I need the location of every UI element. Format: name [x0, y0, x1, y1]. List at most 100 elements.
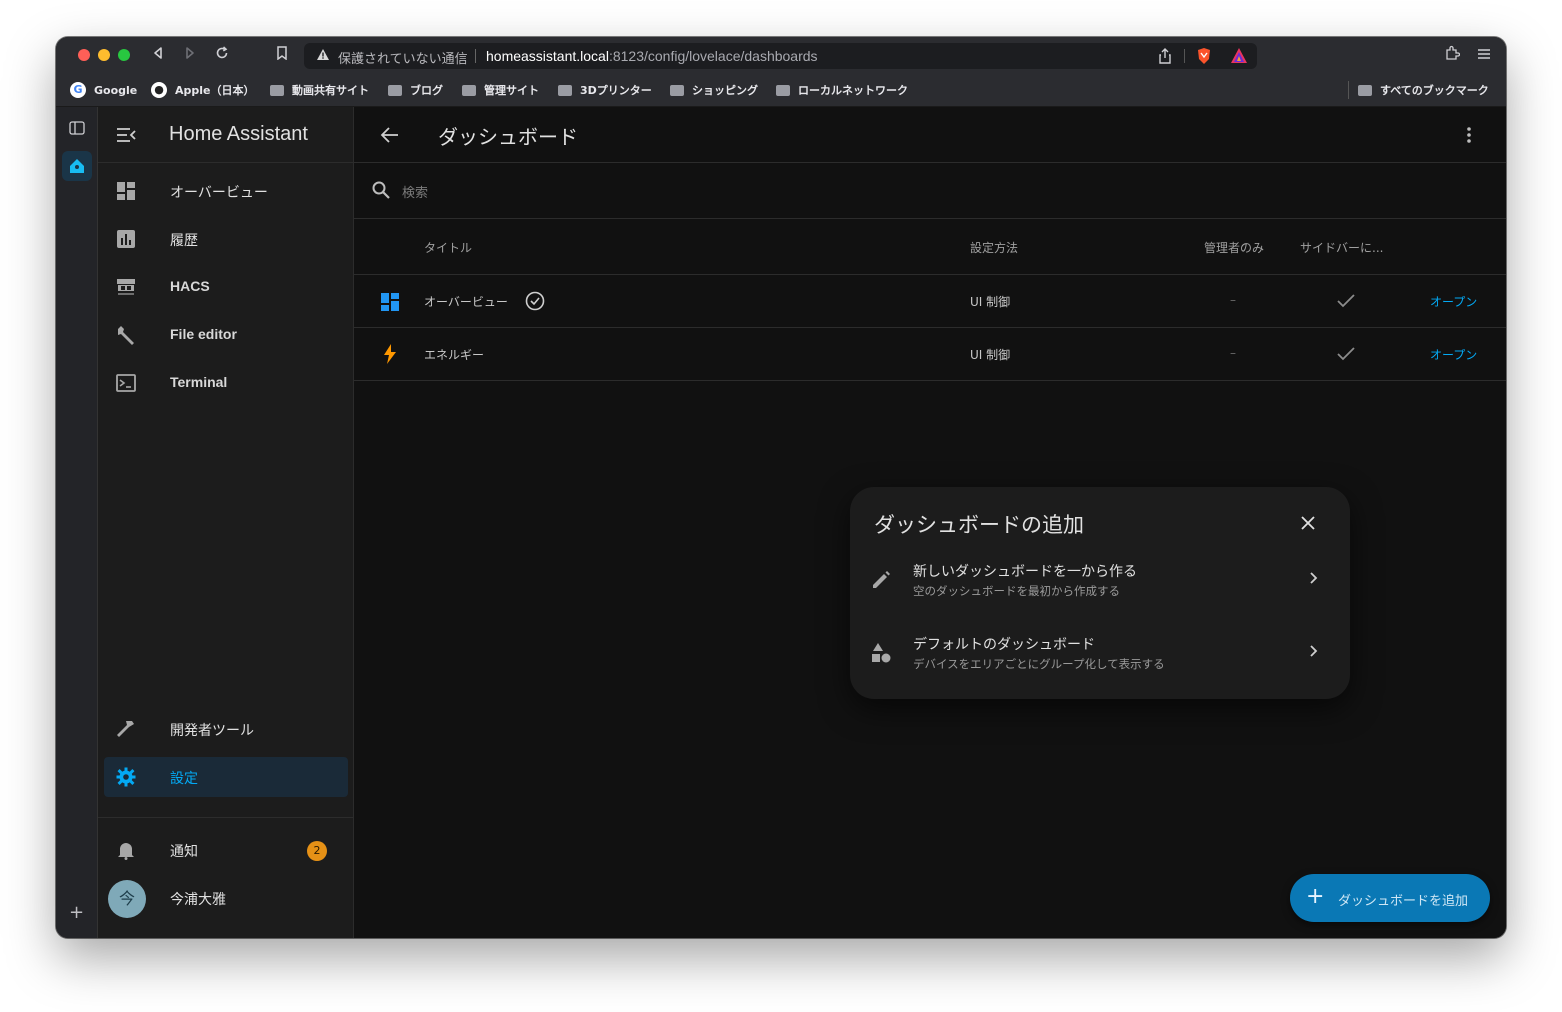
reload-icon[interactable]	[212, 45, 232, 65]
bookmark-label: 管理サイト	[484, 84, 539, 97]
top-app-bar: ダッシュボード	[354, 107, 1506, 163]
page-title: ダッシュボード	[438, 125, 578, 149]
lightning-bolt-icon	[382, 344, 398, 368]
row-title: オーバービュー	[424, 295, 508, 309]
option-new-dashboard[interactable]: 新しいダッシュボードを一から作る 空のダッシュボードを最初から作成する	[850, 551, 1350, 615]
zoom-window-button[interactable]	[118, 49, 130, 61]
add-panel-icon[interactable]: +	[69, 904, 84, 922]
column-config[interactable]: 設定方法	[970, 239, 1018, 256]
main-content: ダッシュボード 検索 タイトル 設定方法 管理者のみ サイドバーに... オーバ…	[354, 107, 1506, 938]
bookmark-folder-shopping[interactable]: ショッピング	[670, 81, 758, 99]
sidebar-item-overview[interactable]: オーバービュー	[104, 171, 348, 211]
open-link[interactable]: オープン	[1430, 346, 1477, 363]
shapes-icon	[870, 642, 894, 666]
sidebar-item-hacs[interactable]: HACS	[104, 267, 348, 307]
bookmark-label: ブログ	[410, 84, 443, 97]
share-icon[interactable]	[1158, 48, 1172, 68]
bookmark-folder-video[interactable]: 動画共有サイト	[270, 81, 369, 99]
dialog-title: ダッシュボードの追加	[874, 513, 1084, 537]
sidebar-item-label: 設定	[170, 771, 198, 787]
option-title: デフォルトのダッシュボード	[913, 637, 1095, 653]
sidebar-item-history[interactable]: 履歴	[104, 219, 348, 259]
avatar[interactable]: 今	[108, 880, 146, 918]
bookmarks-bar: G Google ● Apple（日本） 動画共有サイト ブログ 管理サイト 3Dプ…	[56, 73, 1506, 107]
table-row[interactable]: エネルギー UI 制御 – オープン	[354, 328, 1506, 381]
bookmark-apple[interactable]: ● Apple（日本）	[151, 81, 255, 99]
search-input[interactable]: 検索	[402, 182, 428, 201]
all-bookmarks[interactable]: すべてのブックマーク	[1358, 81, 1489, 99]
menu-collapse-icon[interactable]	[116, 127, 136, 147]
bookmark-icon[interactable]	[272, 45, 292, 65]
pencil-icon	[870, 569, 894, 593]
check-icon	[1337, 346, 1355, 365]
sidebar-item-terminal[interactable]: Terminal	[104, 363, 348, 403]
bookmark-label: 3Dプリンター	[580, 84, 652, 97]
bookmark-folder-blog[interactable]: ブログ	[388, 81, 443, 99]
home-assistant-tab-icon[interactable]	[62, 151, 92, 181]
option-default-dashboard[interactable]: デフォルトのダッシュボード デバイスをエリアごとにグループ化して表示する	[850, 624, 1350, 688]
add-dashboard-button[interactable]: + ダッシュボードを追加	[1290, 874, 1490, 922]
column-title[interactable]: タイトル	[424, 239, 472, 256]
sidebar-item-notifications[interactable]: 通知 2	[104, 830, 348, 870]
address-bar[interactable]: 保護されていない通信 homeassistant.local:8123/conf…	[304, 43, 1257, 69]
bookmark-label: Apple（日本）	[175, 84, 255, 97]
sidebar-item-label: File editor	[170, 326, 237, 342]
browser-titlebar: 保護されていない通信 homeassistant.local:8123/conf…	[56, 37, 1506, 73]
url-divider	[475, 49, 476, 63]
insecure-label[interactable]: 保護されていない通信	[338, 48, 468, 67]
app-title: Home Assistant	[169, 123, 308, 145]
notification-badge: 2	[307, 841, 327, 861]
row-admin: –	[1230, 293, 1236, 307]
browser-window: 保護されていない通信 homeassistant.local:8123/conf…	[56, 37, 1506, 938]
user-name: 今浦大雅	[170, 892, 226, 908]
chevron-right-icon	[1308, 642, 1318, 663]
column-admin[interactable]: 管理者のみ	[1204, 239, 1264, 256]
bookmark-folder-localnet[interactable]: ローカルネットワーク	[776, 81, 908, 99]
bookmark-folder-3dprinter[interactable]: 3Dプリンター	[558, 81, 652, 99]
hacs-icon	[116, 277, 136, 297]
forward-icon[interactable]	[180, 45, 200, 65]
chart-box-icon	[116, 229, 136, 249]
warning-icon[interactable]	[316, 48, 330, 64]
search-bar[interactable]: 検索	[354, 163, 1506, 219]
close-window-button[interactable]	[78, 49, 90, 61]
open-link[interactable]: オープン	[1430, 293, 1477, 310]
back-arrow-icon[interactable]	[380, 125, 400, 149]
close-icon[interactable]	[1296, 513, 1320, 537]
url-host: homeassistant.local	[486, 48, 609, 64]
sidebar-item-developer-tools[interactable]: 開発者ツール	[104, 709, 348, 749]
bookmark-folder-admin[interactable]: 管理サイト	[462, 81, 539, 99]
bookmark-label: すべてのブックマーク	[1380, 84, 1489, 97]
extensions-icon[interactable]	[1442, 45, 1462, 65]
console-icon	[116, 373, 136, 393]
sidebar-panel-icon[interactable]	[69, 120, 85, 139]
menu-icon[interactable]	[1474, 45, 1494, 65]
plus-icon: +	[1306, 884, 1325, 909]
chevron-right-icon	[1308, 569, 1318, 590]
gear-icon	[116, 767, 136, 787]
overflow-menu-icon[interactable]	[1466, 126, 1472, 148]
minimize-window-button[interactable]	[98, 49, 110, 61]
brave-shield-icon[interactable]	[1196, 47, 1212, 69]
sidebar-item-label: 開発者ツール	[170, 723, 254, 739]
sidebar-item-file-editor[interactable]: File editor	[104, 315, 348, 355]
table-row[interactable]: オーバービュー UI 制御 – オープン	[354, 275, 1506, 328]
folder-icon	[270, 84, 284, 96]
column-sidebar[interactable]: サイドバーに...	[1300, 239, 1383, 256]
brave-rewards-icon[interactable]	[1230, 47, 1248, 68]
option-subtitle: 空のダッシュボードを最初から作成する	[913, 584, 1120, 598]
folder-icon	[670, 84, 684, 96]
row-title: エネルギー	[424, 348, 485, 362]
sidebar-item-settings[interactable]: 設定	[104, 757, 348, 797]
folder-icon	[388, 84, 402, 96]
row-config: UI 制御	[970, 348, 1011, 362]
bookmarks-divider	[1348, 81, 1349, 99]
url-text[interactable]: homeassistant.local:8123/config/lovelace…	[486, 48, 818, 64]
back-icon[interactable]	[148, 45, 168, 65]
bookmark-google[interactable]: G Google	[70, 81, 137, 99]
folder-icon	[558, 84, 572, 96]
check-circle-icon	[525, 291, 545, 315]
folder-icon	[1358, 84, 1372, 96]
apple-icon: ●	[151, 82, 167, 98]
sidebar-item-label: Terminal	[170, 374, 228, 390]
